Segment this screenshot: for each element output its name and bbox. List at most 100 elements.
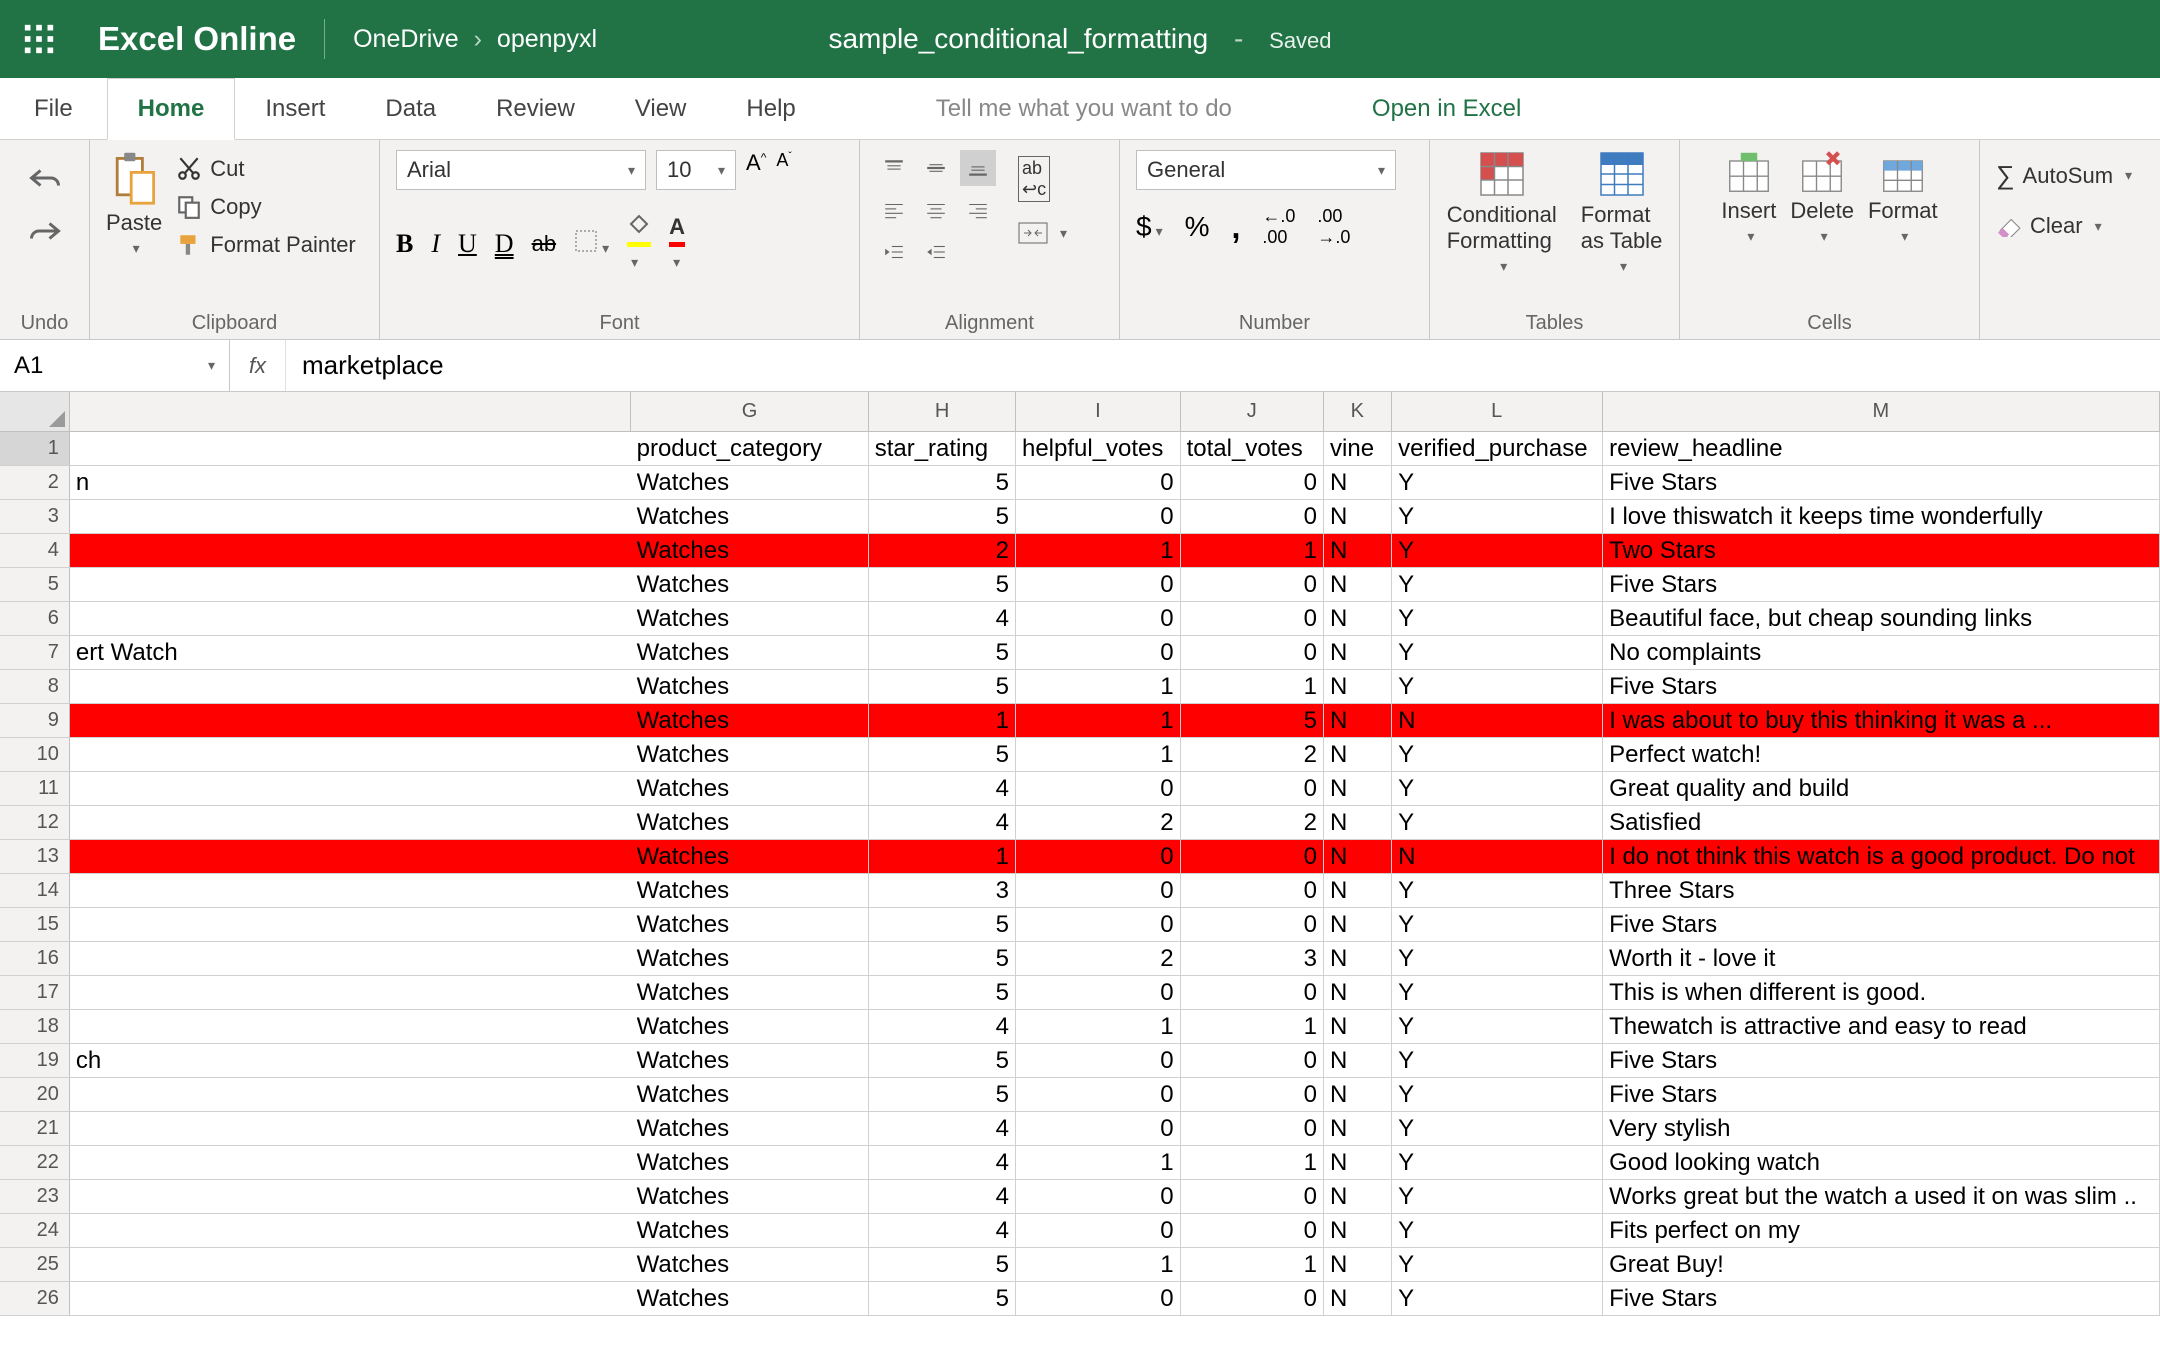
cell[interactable]: Very stylish — [1603, 1112, 2160, 1145]
cell[interactable]: 2 — [1016, 942, 1181, 975]
cell[interactable]: Watches — [631, 942, 869, 975]
cell[interactable]: 1 — [1016, 738, 1181, 771]
cell[interactable]: 0 — [1016, 602, 1181, 635]
increase-indent-button[interactable] — [918, 234, 954, 270]
cell[interactable]: 0 — [1181, 874, 1324, 907]
decrease-decimal-button[interactable]: .00→.0 — [1317, 206, 1350, 248]
row-header[interactable]: 13 — [0, 840, 70, 873]
cell[interactable]: 1 — [869, 704, 1016, 737]
cell[interactable]: Watches — [631, 670, 869, 703]
cell[interactable]: 1 — [1016, 704, 1181, 737]
cell[interactable]: Watches — [631, 806, 869, 839]
cell[interactable]: Watches — [631, 738, 869, 771]
cell[interactable]: Y — [1392, 976, 1603, 1009]
comma-format-button[interactable]: , — [1232, 209, 1241, 246]
cell[interactable]: Watches — [631, 568, 869, 601]
cell[interactable] — [70, 1078, 631, 1111]
row-header[interactable]: 12 — [0, 806, 70, 839]
copy-button[interactable]: Copy — [176, 194, 356, 220]
cell[interactable] — [70, 670, 631, 703]
cell[interactable]: N — [1324, 840, 1392, 873]
cell[interactable]: N — [1324, 1112, 1392, 1145]
cell[interactable]: Five Stars — [1603, 568, 2160, 601]
row-header[interactable]: 16 — [0, 942, 70, 975]
align-middle-button[interactable] — [918, 150, 954, 186]
cell[interactable]: 0 — [1181, 466, 1324, 499]
number-format-select[interactable]: General▾ — [1136, 150, 1396, 190]
cell[interactable] — [70, 602, 631, 635]
column-header-J[interactable]: J — [1181, 392, 1324, 431]
cell[interactable]: 0 — [1181, 908, 1324, 941]
cell[interactable] — [70, 874, 631, 907]
row-header[interactable]: 9 — [0, 704, 70, 737]
bold-button[interactable]: B — [396, 229, 413, 259]
cell[interactable]: 0 — [1016, 1044, 1181, 1077]
cell[interactable]: 5 — [869, 976, 1016, 1009]
cell[interactable]: 5 — [869, 670, 1016, 703]
tab-view[interactable]: View — [605, 78, 717, 139]
cell[interactable]: Watches — [631, 1078, 869, 1111]
font-size-select[interactable]: 10▾ — [656, 150, 736, 190]
cell[interactable]: Five Stars — [1603, 908, 2160, 941]
cell[interactable]: Y — [1392, 874, 1603, 907]
row-header[interactable]: 6 — [0, 602, 70, 635]
cell[interactable]: N — [1392, 840, 1603, 873]
cell[interactable]: Watches — [631, 1044, 869, 1077]
cell[interactable]: 5 — [869, 942, 1016, 975]
delete-cells-button[interactable]: Delete — [1790, 150, 1854, 245]
cell[interactable]: N — [1324, 1146, 1392, 1179]
wrap-text-button[interactable]: ab↩c — [1018, 156, 1067, 202]
cell[interactable]: N — [1324, 942, 1392, 975]
cell[interactable]: Watches — [631, 976, 869, 1009]
cell[interactable]: N — [1324, 874, 1392, 907]
cell[interactable]: N — [1324, 1078, 1392, 1111]
cell[interactable]: 5 — [869, 1044, 1016, 1077]
column-header-K[interactable]: K — [1324, 392, 1392, 431]
cell[interactable]: n — [70, 466, 631, 499]
cell[interactable]: 0 — [1181, 1180, 1324, 1213]
insert-cells-button[interactable]: Insert — [1721, 150, 1776, 245]
cell[interactable] — [70, 432, 631, 465]
align-left-button[interactable] — [876, 192, 912, 228]
cell[interactable]: 1 — [1016, 534, 1181, 567]
cell[interactable]: Y — [1392, 1044, 1603, 1077]
fill-color-button[interactable] — [627, 214, 651, 273]
tab-review[interactable]: Review — [466, 78, 605, 139]
cell[interactable]: 2 — [869, 534, 1016, 567]
cell[interactable] — [70, 806, 631, 839]
format-painter-button[interactable]: Format Painter — [176, 232, 356, 258]
cell[interactable]: I love thiswatch it keeps time wonderful… — [1603, 500, 2160, 533]
column-header-L[interactable]: L — [1392, 392, 1603, 431]
cell[interactable]: 4 — [869, 1010, 1016, 1043]
row-header[interactable]: 8 — [0, 670, 70, 703]
fx-icon[interactable]: fx — [230, 340, 286, 391]
cell[interactable]: N — [1324, 1214, 1392, 1247]
cell[interactable]: 1 — [1016, 1010, 1181, 1043]
cell[interactable]: 0 — [1016, 1180, 1181, 1213]
cell[interactable]: 4 — [869, 602, 1016, 635]
cell[interactable]: 5 — [869, 1282, 1016, 1315]
cell[interactable]: 0 — [1016, 466, 1181, 499]
align-center-button[interactable] — [918, 192, 954, 228]
font-color-button[interactable]: A — [669, 214, 685, 273]
cell[interactable] — [70, 1180, 631, 1213]
cell[interactable]: I do not think this watch is a good prod… — [1603, 840, 2160, 873]
row-header[interactable]: 24 — [0, 1214, 70, 1247]
autosum-button[interactable]: ∑AutoSum — [1996, 160, 2132, 191]
cell[interactable]: 5 — [869, 568, 1016, 601]
cell[interactable]: Thewatch is attractive and easy to read — [1603, 1010, 2160, 1043]
cell[interactable]: Watches — [631, 1248, 869, 1281]
cell[interactable]: 4 — [869, 1112, 1016, 1145]
cell[interactable]: 2 — [1016, 806, 1181, 839]
cell[interactable]: N — [1324, 500, 1392, 533]
row-header[interactable]: 4 — [0, 534, 70, 567]
cell[interactable] — [70, 1112, 631, 1145]
cell[interactable]: Y — [1392, 534, 1603, 567]
cell[interactable]: N — [1324, 602, 1392, 635]
cell[interactable]: Y — [1392, 806, 1603, 839]
cell[interactable]: Five Stars — [1603, 1044, 2160, 1077]
borders-button[interactable] — [574, 229, 609, 259]
cell[interactable]: Watches — [631, 534, 869, 567]
cell[interactable] — [70, 772, 631, 805]
cell[interactable]: 1 — [1181, 1010, 1324, 1043]
